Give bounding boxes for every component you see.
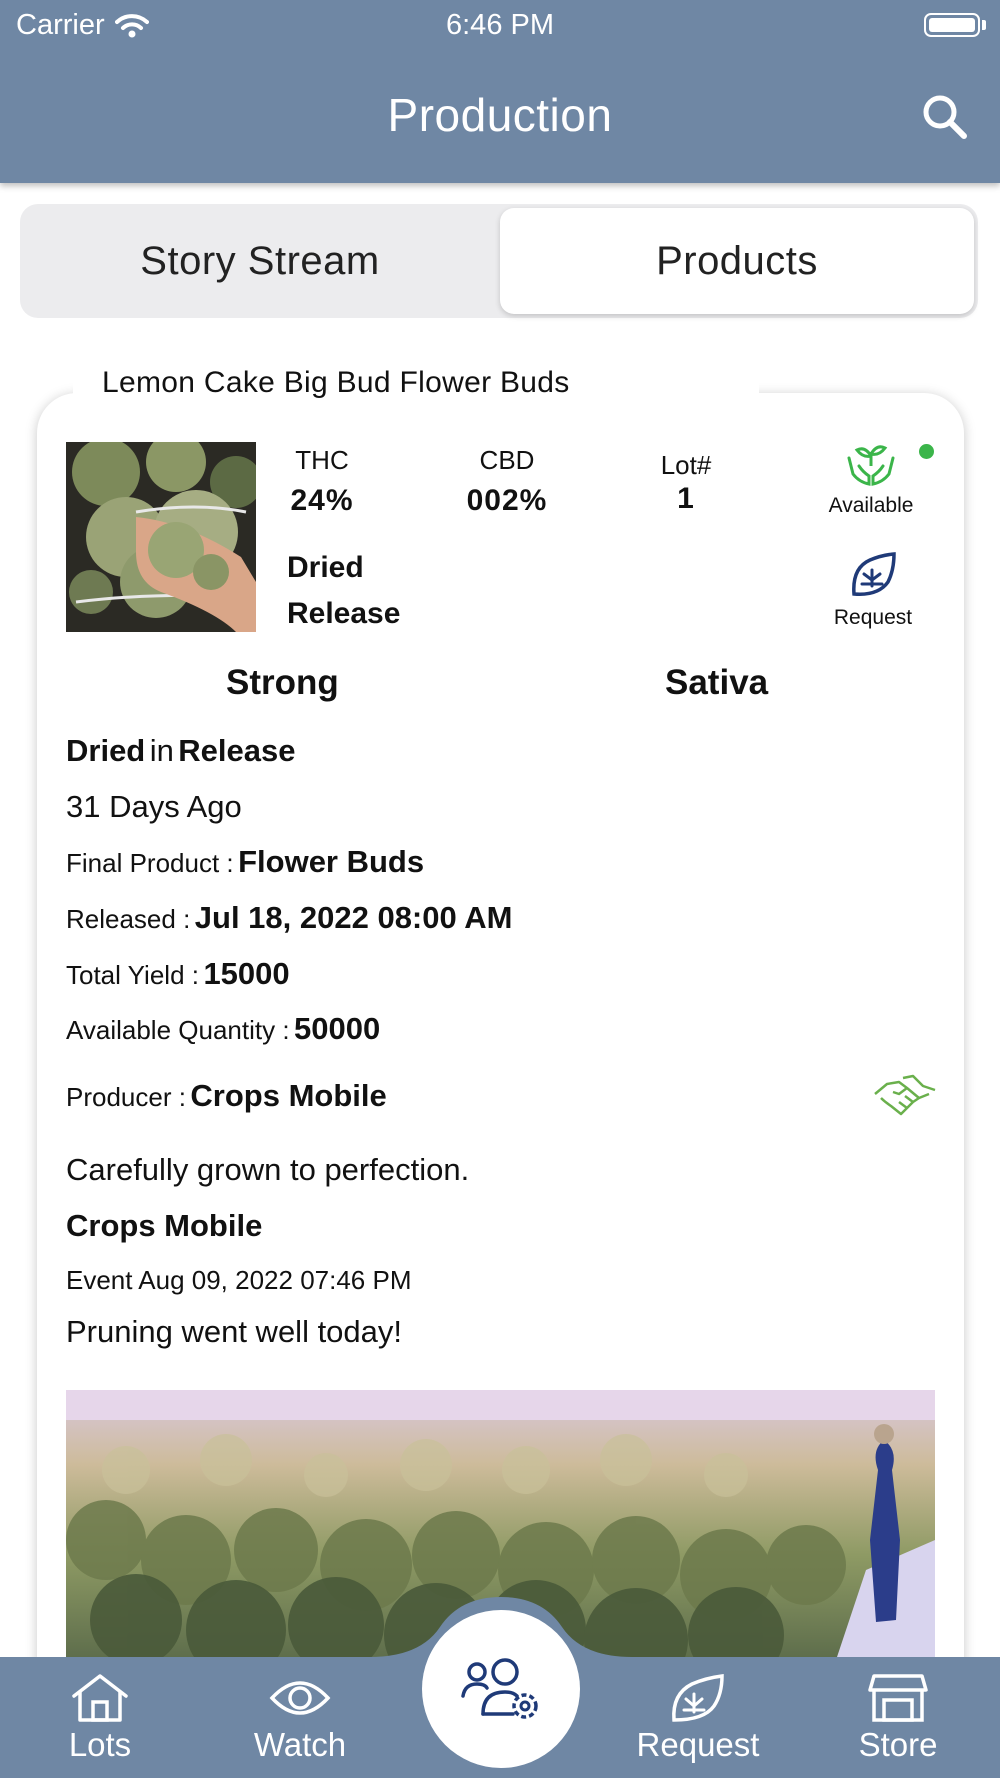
lot-label: Lot# <box>660 450 712 480</box>
age-text: 31 Days Ago <box>66 789 242 824</box>
tab-products[interactable]: Products <box>500 208 974 314</box>
tab-label-lots: Lots <box>68 1726 132 1763</box>
available-button[interactable]: Available <box>814 444 928 518</box>
available-quantity-value: 50000 <box>294 1011 381 1046</box>
tab-request[interactable]: Request <box>618 1672 778 1764</box>
released-row: Released : Jul 18, 2022 08:00 AM <box>66 900 512 936</box>
final-product-label: Final Product : <box>66 848 234 878</box>
eye-icon <box>269 1681 331 1715</box>
cannabis-leaf-icon <box>852 552 896 596</box>
available-quantity-row: Available Quantity : 50000 <box>66 1011 380 1047</box>
event-author: Crops Mobile <box>66 1208 263 1243</box>
cbd-value: 002% <box>466 484 548 517</box>
segmented-control: Story Stream Products <box>20 204 978 318</box>
clock: 6:46 PM <box>446 9 554 41</box>
thc-label: THC <box>295 445 349 475</box>
cbd-label: CBD <box>479 445 535 475</box>
lot-value: 1 <box>677 482 695 515</box>
product-title: Lemon Cake Big Bud Flower Buds <box>102 366 570 399</box>
state-in: in <box>149 733 174 768</box>
product-description: Carefully grown to perfection. <box>66 1152 470 1187</box>
handshake-icon <box>874 1074 936 1116</box>
handshake-button[interactable] <box>873 1068 937 1120</box>
request-button[interactable]: Request <box>818 550 928 630</box>
page-title: Production <box>387 89 613 141</box>
released-value: Jul 18, 2022 08:00 AM <box>194 900 513 935</box>
battery-tip <box>982 20 986 30</box>
status-bar: Carrier 6:46 PM <box>0 0 1000 50</box>
event-date: Event Aug 09, 2022 07:46 PM <box>66 1265 412 1295</box>
state-row: Dried in Release <box>66 733 296 769</box>
state-from: Dried <box>66 733 146 768</box>
producer-value: Crops Mobile <box>190 1078 387 1113</box>
tab-lots[interactable]: Lots <box>20 1672 180 1764</box>
tab-label-watch: Watch <box>253 1726 347 1763</box>
request-label: Request <box>833 606 913 629</box>
product-image <box>66 442 256 632</box>
tab-users-center-button[interactable] <box>422 1610 580 1768</box>
battery-icon <box>924 13 980 37</box>
stage-line-2: Release <box>287 597 401 630</box>
available-label: Available <box>828 494 914 517</box>
navigation-header: Carrier 6:46 PM Production <box>0 0 1000 183</box>
producer-label: Producer : <box>66 1082 186 1112</box>
strength-label: Strong <box>226 663 339 702</box>
store-icon <box>868 1674 928 1722</box>
hands-plant-icon <box>847 445 895 486</box>
tab-label-request: Request <box>636 1726 760 1763</box>
stage-line-1: Dried <box>287 551 364 584</box>
strain-type-label: Sativa <box>665 663 769 702</box>
total-yield-value: 15000 <box>203 956 290 991</box>
total-yield-label: Total Yield : <box>66 960 199 990</box>
search-icon <box>923 95 967 139</box>
tab-label-store: Store <box>858 1726 938 1763</box>
tab-story-stream[interactable]: Story Stream <box>24 208 496 314</box>
producer-row: Producer : Crops Mobile <box>66 1078 387 1114</box>
total-yield-row: Total Yield : 15000 <box>66 956 290 992</box>
users-gear-icon <box>461 1658 538 1719</box>
house-icon <box>72 1674 128 1722</box>
event-text: Pruning went well today! <box>66 1314 403 1349</box>
available-quantity-label: Available Quantity : <box>66 1015 290 1045</box>
search-button[interactable] <box>920 92 970 142</box>
state-to: Release <box>178 733 296 768</box>
cannabis-leaf-icon <box>672 1674 724 1722</box>
final-product-value: Flower Buds <box>238 844 425 879</box>
released-label: Released : <box>66 904 191 934</box>
tab-store[interactable]: Store <box>818 1672 978 1764</box>
tab-watch[interactable]: Watch <box>220 1672 380 1764</box>
final-product-row: Final Product : Flower Buds <box>66 844 424 880</box>
thc-value: 24% <box>290 484 354 517</box>
product-thumbnail[interactable] <box>66 442 256 632</box>
